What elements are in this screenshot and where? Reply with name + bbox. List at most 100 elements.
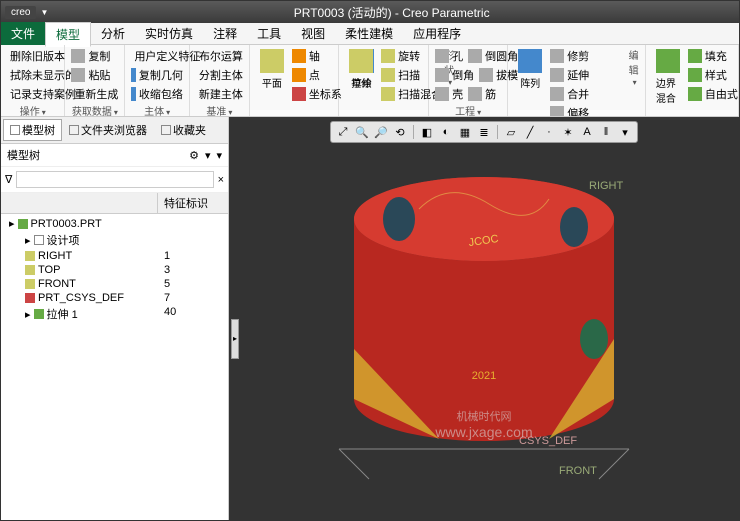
btn-trim[interactable]: 修剪 (548, 47, 591, 65)
window-title: PRT0003 (活动的) - Creo Parametric (48, 4, 735, 21)
btn-free[interactable]: 自由式 (686, 85, 739, 103)
btn-extrude[interactable]: 拉伸 (343, 47, 379, 92)
btn-axis[interactable]: 轴 (290, 47, 344, 65)
btn-shrink[interactable]: 收缩包络 (129, 85, 184, 103)
folder-icon (69, 125, 79, 135)
tab-apps[interactable]: 应用程序 (403, 22, 471, 45)
ribbon-group-surf: 边界混合 填充 样式 自由式 曲面 (646, 45, 739, 116)
tab-tools[interactable]: 工具 (247, 22, 291, 45)
tab-analysis[interactable]: 分析 (91, 22, 135, 45)
datum-label-right: RIGHT (589, 180, 624, 192)
ribbon-group-data: 用户定义特征 复制几何 收缩包络 主体 (125, 45, 189, 116)
sidebar-title: 模型树 (7, 147, 40, 163)
btn-erase[interactable]: 拭除未显示的 (5, 66, 60, 84)
btn-plane[interactable]: 平面 (254, 47, 290, 92)
viewport-3d[interactable]: ⤢ 🔍 🔎 ⟲ ◧ ◐ ▦ ≣ ▱ ╱ · ✶ A ‖ ▾ ▸ 2021 (229, 117, 739, 520)
datum-point-icon[interactable]: · (541, 124, 557, 140)
annotation-icon[interactable]: A (579, 124, 595, 140)
model-cylinder: 2021 JCOC RIGHT FRONT CSYS_DEF (319, 149, 649, 489)
btn-record[interactable]: 记录支持案例 (5, 85, 60, 103)
ribbon: 删除旧版本 拭除未显示的 记录支持案例 操作 复制 粘贴 重新生成 获取数据 用… (1, 45, 739, 117)
btn-copygeom[interactable]: 复制几何 (129, 66, 184, 84)
btn-delete-old[interactable]: 删除旧版本 (5, 47, 60, 65)
group-label-ops[interactable]: 操作 (5, 103, 60, 117)
ribbon-group-datum: 平面 轴 点 坐标系 草绘 (250, 45, 339, 116)
layer-icon[interactable]: ≣ (476, 124, 492, 140)
ribbon-group-edit: 阵列 修剪 延伸 合并 偏移 加厚 相交 投影 实体化 编辑 (508, 45, 646, 116)
group-label-edit[interactable]: 编辑 (626, 47, 641, 88)
btn-extend[interactable]: 延伸 (548, 66, 591, 84)
filter-icon[interactable]: ∇ (5, 173, 12, 186)
menu-bar: 文件 模型 分析 实时仿真 注释 工具 视图 柔性建模 应用程序 (1, 23, 739, 45)
tab-file[interactable]: 文件 (1, 22, 45, 45)
dropdown-icon[interactable]: ▾ (205, 149, 211, 162)
btn-fill[interactable]: 填充 (686, 47, 739, 65)
btn-copy[interactable]: 复制 (69, 47, 120, 65)
sidebar-header: 模型树 ⚙ ▾ ▾ (1, 144, 228, 167)
datum-plane-icon[interactable]: ▱ (503, 124, 519, 140)
btn-newbody[interactable]: 新建主体 (194, 85, 245, 103)
zoom-out-icon[interactable]: 🔎 (373, 124, 389, 140)
sbtab-modeltree[interactable]: 模型树 (3, 119, 62, 141)
group-label-datum[interactable]: 基准 (194, 103, 245, 117)
csys-icon[interactable]: ✶ (560, 124, 576, 140)
sbtab-fav[interactable]: 收藏夹 (154, 119, 213, 141)
tab-flex[interactable]: 柔性建模 (335, 22, 403, 45)
dropdown-icon[interactable]: ▼ (40, 8, 48, 17)
tree-row[interactable]: RIGHT1 (1, 249, 228, 263)
zoom-in-icon[interactable]: 🔍 (354, 124, 370, 140)
sbtab-folder[interactable]: 文件夹浏览器 (62, 119, 154, 141)
tree-row[interactable]: PRT_CSYS_DEF7 (1, 291, 228, 305)
expand-handle[interactable]: ▸ (231, 319, 239, 359)
shade-icon[interactable]: ◐ (438, 124, 454, 140)
group-label-eng[interactable]: 工程 (433, 103, 503, 117)
filter-row: ∇ × (1, 167, 228, 193)
datum-axis-icon[interactable]: ╱ (522, 124, 538, 140)
filter-input[interactable] (16, 171, 213, 188)
btn-split[interactable]: 分割主体 (194, 66, 245, 84)
btn-project[interactable]: 合并 (548, 85, 591, 103)
btn-style[interactable]: 样式 (686, 66, 739, 84)
col2: 特征标识 (158, 193, 228, 213)
view-toolbar: ⤢ 🔍 🔎 ⟲ ◧ ◐ ▦ ≣ ▱ ╱ · ✶ A ‖ ▾ (330, 121, 638, 143)
dropdown-icon[interactable]: ▾ (216, 149, 222, 162)
more-icon[interactable]: ▾ (617, 124, 633, 140)
tree-row[interactable]: ▸ 设计项 (1, 231, 228, 249)
btn-chamfer[interactable]: 倒角 (433, 66, 476, 84)
btn-offset[interactable]: 偏移 (548, 104, 591, 117)
group-label-body[interactable]: 主体 (129, 103, 184, 117)
sidebar: 模型树 文件夹浏览器 收藏夹 模型树 ⚙ ▾ ▾ ∇ × 特征标识 ▸ PRT0… (1, 117, 229, 520)
settings-icon[interactable]: ⚙ (189, 149, 199, 162)
btn-hole[interactable]: 孔 (433, 47, 465, 65)
tree-row[interactable]: ▸ 拉伸 140 (1, 305, 228, 323)
btn-point[interactable]: 点 (290, 66, 344, 84)
refit-icon[interactable]: ⟲ (392, 124, 408, 140)
group-label-data[interactable]: 获取数据 (69, 103, 120, 117)
tree-row[interactable]: FRONT5 (1, 277, 228, 291)
zoom-fit-icon[interactable]: ⤢ (335, 124, 351, 140)
tab-view[interactable]: 视图 (291, 22, 335, 45)
tab-sim[interactable]: 实时仿真 (135, 22, 203, 45)
col1 (1, 193, 158, 213)
ribbon-group-body: 布尔运算 分割主体 新建主体 基准 (190, 45, 250, 116)
clear-icon[interactable]: × (218, 174, 224, 186)
btn-udf[interactable]: 用户定义特征 (129, 47, 184, 65)
tree-row[interactable]: TOP3 (1, 263, 228, 277)
btn-paste[interactable]: 粘贴 (69, 66, 120, 84)
display-icon[interactable]: ◧ (419, 124, 435, 140)
btn-csys[interactable]: 坐标系 (290, 85, 344, 103)
title-bar: creo ▼ PRT0003 (活动的) - Creo Parametric (1, 1, 739, 23)
star-icon (161, 125, 171, 135)
btn-rib[interactable]: 筋 (466, 85, 498, 103)
btn-shell[interactable]: 壳 (433, 85, 465, 103)
saved-view-icon[interactable]: ▦ (457, 124, 473, 140)
tree-row-root[interactable]: ▸ PRT0003.PRT (1, 216, 228, 231)
btn-regen[interactable]: 重新生成 (69, 85, 120, 103)
btn-pattern[interactable]: 阵列 (512, 47, 548, 92)
pause-icon[interactable]: ‖ (598, 124, 614, 140)
model-tree: ▸ PRT0003.PRT ▸ 设计项 RIGHT1 TOP3 FRONT5 P… (1, 214, 228, 520)
btn-bool[interactable]: 布尔运算 (194, 47, 245, 65)
btn-boundary[interactable]: 边界混合 (650, 47, 686, 107)
tab-annotate[interactable]: 注释 (203, 22, 247, 45)
tab-model[interactable]: 模型 (45, 22, 91, 47)
